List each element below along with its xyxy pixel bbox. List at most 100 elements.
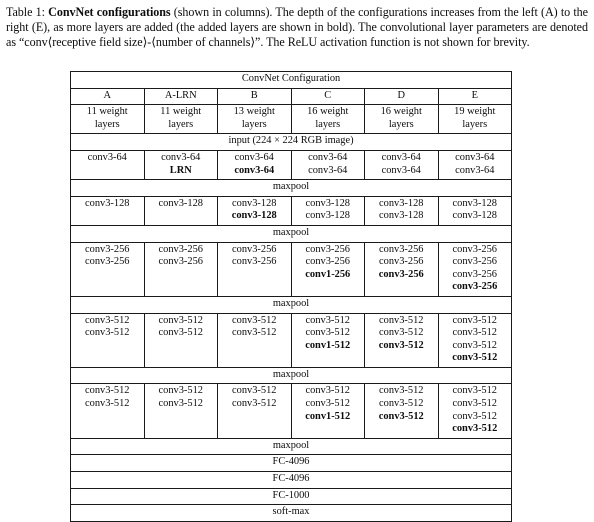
- cell-block-256-e: conv3-256 conv3-256 conv3-256 conv3-256: [437, 241, 513, 297]
- layer-label: conv3-128: [305, 210, 350, 222]
- weight-layers-count: 13 weight: [233, 106, 275, 118]
- cell-block-512-a-c: conv3-512 conv3-512 conv1-512: [290, 312, 365, 368]
- weight-layers-word: layers: [94, 118, 120, 130]
- layer-label: conv3-256: [378, 268, 424, 280]
- layer-label: conv3-128: [379, 210, 424, 222]
- layer-label: conv3-128: [452, 210, 497, 222]
- layer-label: conv3-512: [305, 398, 350, 410]
- layer-label: conv3-512: [452, 352, 498, 364]
- layer-label: conv3-128: [231, 210, 277, 222]
- weight-layers-a-lrn: 11 weight layers: [143, 104, 218, 135]
- maxpool-row: maxpool: [69, 295, 513, 314]
- maxpool-cell: maxpool: [69, 295, 513, 314]
- layer-label: conv3-128: [232, 197, 277, 209]
- layer-label: conv3-512: [378, 410, 424, 422]
- maxpool-row: maxpool: [69, 224, 513, 243]
- maxpool-row: maxpool: [69, 179, 513, 197]
- layer-label: conv3-512: [158, 385, 203, 397]
- layer-label: conv1-512: [305, 339, 351, 351]
- layer-label: conv3-64: [455, 164, 495, 176]
- layer-label: conv3-512: [452, 423, 498, 435]
- footer-cell-fc-1000: FC-1000: [69, 487, 513, 506]
- layer-label: conv1-512: [305, 410, 351, 422]
- weight-layers-word: layers: [388, 118, 414, 130]
- layer-label: conv3-64: [234, 151, 274, 163]
- weight-layers-b: 13 weight layers: [217, 104, 292, 135]
- layer-label: conv3-128: [158, 197, 203, 209]
- cell-block-256-a: conv3-256 conv3-256: [70, 241, 145, 297]
- layer-label: conv3-512: [85, 327, 130, 339]
- weight-layers-count: 11 weight: [160, 106, 202, 118]
- column-header-c: C: [290, 87, 365, 106]
- layer-label: conv3-64: [308, 164, 348, 176]
- footer-row-fc-4096: FC-4096: [69, 454, 513, 473]
- weight-layers-d: 16 weight layers: [364, 104, 439, 135]
- layer-label: conv3-256: [305, 256, 350, 268]
- layer-label: conv3-128: [379, 197, 424, 209]
- layer-label: conv3-256: [232, 256, 277, 268]
- weight-layers-row: 11 weight layers 11 weight layers 13 weight l…: [70, 104, 513, 135]
- layer-label: conv3-256: [452, 256, 497, 268]
- cell-block-512-b-d: conv3-512 conv3-512 conv3-512: [364, 383, 439, 439]
- layer-label: conv3-512: [452, 314, 497, 326]
- table-title-cell: ConvNet Configuration: [69, 71, 513, 89]
- weight-layers-c: 16 weight layers: [290, 104, 365, 135]
- footer-row-soft-max: soft-max: [69, 504, 513, 522]
- cell-block-512-a-b: conv3-512 conv3-512: [217, 312, 292, 368]
- weight-layers-word: layers: [315, 118, 341, 130]
- convnet-table-body: ConvNet Configuration A A-LRN B C D E 11 weig…: [69, 71, 513, 151]
- cell-block-128-c: conv3-128 conv3-128: [290, 195, 365, 226]
- cell-block-128-d: conv3-128 conv3-128: [364, 195, 439, 226]
- column-header-b: B: [217, 87, 292, 106]
- weight-layers-count: 19 weight: [454, 106, 496, 118]
- cell-block-256-c: conv3-256 conv3-256 conv1-256: [290, 241, 365, 297]
- conv-block-row-block-512-a: conv3-512 conv3-512 conv3-512 conv3-512 conv…: [70, 312, 513, 368]
- cell-block-512-a-a-lrn: conv3-512 conv3-512: [143, 312, 218, 368]
- layer-label: conv3-256: [158, 256, 203, 268]
- layer-label: conv3-512: [305, 327, 350, 339]
- conv-block-row-block-256: conv3-256 conv3-256 conv3-256 conv3-256 conv…: [70, 241, 513, 297]
- input-row: input (224 × 224 RGB image): [69, 133, 513, 151]
- layer-label: conv3-512: [379, 398, 424, 410]
- footer-cell-soft-max: soft-max: [69, 504, 513, 522]
- layer-label: conv3-512: [232, 327, 277, 339]
- layer-label: LRN: [169, 164, 192, 176]
- cell-block-64-a-lrn: conv3-64 LRN: [143, 149, 218, 181]
- cell-block-512-b-a: conv3-512 conv3-512: [70, 383, 145, 439]
- layer-label: conv3-256: [232, 243, 277, 255]
- cell-block-512-a-a: conv3-512 conv3-512: [70, 312, 145, 368]
- cell-block-128-e: conv3-128 conv3-128: [437, 195, 513, 226]
- column-header-a: A: [70, 87, 145, 106]
- cell-block-64-e: conv3-64 conv3-64: [437, 149, 513, 181]
- cell-block-512-a-e: conv3-512 conv3-512 conv3-512 conv3-512: [437, 312, 513, 368]
- table-title-row: ConvNet Configuration: [69, 71, 513, 89]
- layer-label: conv3-512: [452, 410, 497, 422]
- layer-label: conv3-64: [381, 151, 421, 163]
- layer-label: conv3-256: [85, 256, 130, 268]
- weight-layers-word: layers: [462, 118, 488, 130]
- layer-label: conv3-512: [452, 398, 497, 410]
- layer-label: conv3-512: [85, 314, 130, 326]
- footer-row-fc-1000: FC-1000: [69, 487, 513, 506]
- cell-block-256-a-lrn: conv3-256 conv3-256: [143, 241, 218, 297]
- layer-label: conv3-512: [85, 385, 130, 397]
- weight-layers-word: layers: [241, 118, 267, 130]
- column-header-d: D: [364, 87, 439, 106]
- paper-figure-page: Table 1: ConvNet configurations (shown i…: [0, 0, 594, 522]
- cell-block-128-a-lrn: conv3-128: [143, 195, 218, 226]
- cell-block-512-a-d: conv3-512 conv3-512 conv3-512: [364, 312, 439, 368]
- layer-label: conv3-512: [452, 339, 497, 351]
- convnet-configurations-table: ConvNet Configuration A A-LRN B C D E 11 weig…: [69, 71, 513, 522]
- cell-block-512-b-c: conv3-512 conv3-512 conv1-512: [290, 383, 365, 439]
- layer-label: conv3-512: [232, 385, 277, 397]
- layer-label: conv3-64: [161, 151, 201, 163]
- layer-label: conv3-64: [455, 151, 495, 163]
- layer-label: conv3-64: [308, 151, 348, 163]
- maxpool-row: maxpool: [69, 437, 513, 456]
- cell-block-64-c: conv3-64 conv3-64: [290, 149, 365, 181]
- table-caption: Table 1: ConvNet configurations (shown i…: [6, 5, 588, 50]
- layer-label: conv3-512: [232, 398, 277, 410]
- layer-label: conv3-512: [452, 385, 497, 397]
- conv-blocks-body: conv3-64 conv3-64 LRN conv3-64 conv3-64 conv3…: [69, 149, 513, 456]
- layer-label: conv1-256: [305, 268, 351, 280]
